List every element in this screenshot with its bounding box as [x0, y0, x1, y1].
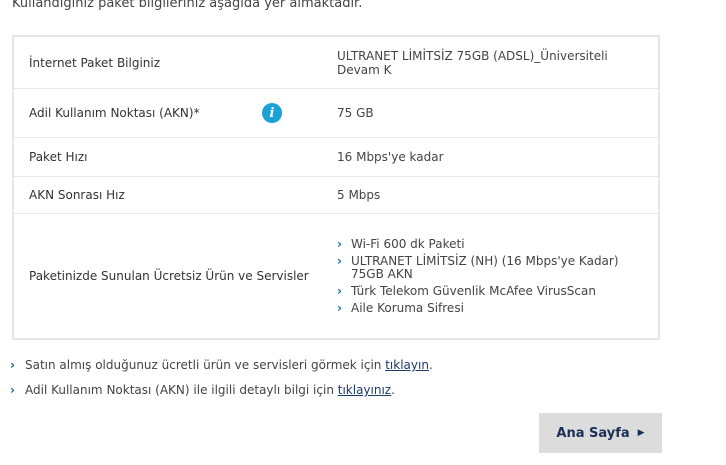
service-name: Wi-Fi 600 dk Paketi: [351, 236, 465, 251]
chevron-right-icon: ›: [10, 383, 15, 397]
list-item: › Aile Koruma Sifresi: [337, 300, 643, 315]
services-cell: › Wi-Fi 600 dk Paketi › ULTRANET LİMİTSİZ …: [322, 214, 658, 338]
package-info-table: İnternet Paket Bilginiz ULTRANET LİMİTSİ…: [12, 35, 660, 340]
row-value: ULTRANET LİMİTSİZ 75GB (ADSL)_Üniversite…: [337, 48, 608, 77]
list-item: › Türk Telekom Güvenlik McAfee VirusScan: [337, 283, 643, 298]
row-label: Paket Hızı: [29, 150, 88, 164]
akn-details-link-line: › Adil Kullanım Noktası (AKN) ile ilgili …: [10, 381, 433, 406]
row-label: Paketinizde Sunulan Ücretsiz Ürün ve Ser…: [29, 269, 309, 283]
service-name: Türk Telekom Güvenlik McAfee VirusScan: [351, 283, 596, 298]
table-row: Paketinizde Sunulan Ücretsiz Ürün ve Ser…: [14, 213, 658, 338]
link-suffix: .: [428, 358, 433, 372]
info-links: › Satın almış olduğunuz ücretli ürün ve s…: [10, 356, 433, 406]
table-row: Paket Hızı 16 Mbps'ye kadar: [14, 137, 658, 176]
intro-text: Kullandığınız paket bilgileriniz aşağıda…: [12, 0, 363, 11]
play-arrow-icon: ▶: [637, 428, 645, 438]
list-item: › Wi-Fi 600 dk Paketi: [337, 236, 643, 251]
link-prefix-text: Adil Kullanım Noktası (AKN) ile ilgili d…: [25, 383, 338, 397]
row-label: İnternet Paket Bilginiz: [29, 55, 161, 70]
chevron-right-icon: ›: [337, 253, 342, 268]
home-button-label: Ana Sayfa: [556, 425, 630, 441]
row-value: 5 Mbps: [337, 188, 381, 202]
list-item: › ULTRANET LİMİTSİZ (NH) (16 Mbps'ye Kada…: [337, 253, 643, 281]
link-prefix-text: Satın almış olduğunuz ücretli ürün ve se…: [25, 358, 386, 372]
chevron-right-icon: ›: [337, 300, 342, 315]
paid-services-link[interactable]: tıklayın: [385, 358, 429, 372]
paid-services-link-line: › Satın almış olduğunuz ücretli ürün ve s…: [10, 356, 433, 381]
chevron-right-icon: ›: [337, 283, 342, 298]
chevron-right-icon: ›: [10, 358, 15, 372]
link-suffix: .: [391, 383, 395, 397]
row-label: AKN Sonrası Hız: [29, 188, 125, 202]
services-list: › Wi-Fi 600 dk Paketi › ULTRANET LİMİTSİZ …: [337, 234, 643, 319]
table-row: İnternet Paket Bilginiz ULTRANET LİMİTSİ…: [14, 37, 658, 88]
service-name: ULTRANET LİMİTSİZ (NH) (16 Mbps'ye Kadar…: [351, 253, 619, 281]
akn-details-link[interactable]: tıklayınız: [338, 383, 391, 397]
row-label-cell: Adil Kullanım Noktası (AKN)* i: [14, 89, 322, 137]
table-row: Adil Kullanım Noktası (AKN)* i 75 GB: [14, 88, 658, 137]
chevron-right-icon: ›: [337, 236, 342, 251]
row-label: Adil Kullanım Noktası (AKN)*: [29, 106, 200, 120]
service-name: Aile Koruma Sifresi: [351, 300, 464, 315]
home-button[interactable]: Ana Sayfa ▶: [539, 413, 662, 453]
row-value: 16 Mbps'ye kadar: [337, 150, 444, 164]
table-row: AKN Sonrası Hız 5 Mbps: [14, 176, 658, 213]
row-value: 75 GB: [337, 106, 374, 120]
info-icon[interactable]: i: [262, 103, 282, 123]
